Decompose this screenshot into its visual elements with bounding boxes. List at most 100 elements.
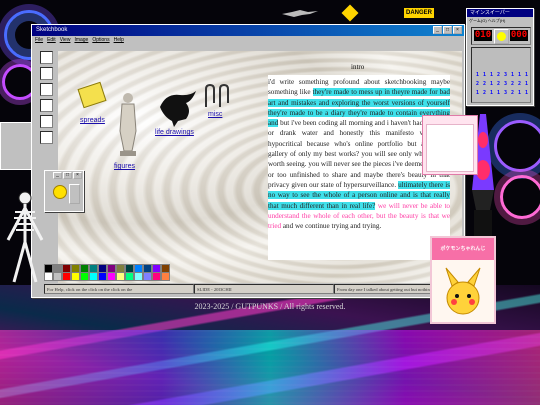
mine-cell-number[interactable]: 2 (483, 81, 486, 87)
mine-cell-number[interactable]: 2 (511, 90, 514, 96)
mine-cell-number[interactable]: 3 (504, 90, 507, 96)
skeleton-icon (6, 191, 44, 283)
left-panel-row[interactable] (1, 123, 31, 133)
statue-icon[interactable] (116, 91, 140, 157)
palette-swatch[interactable] (80, 272, 89, 281)
crow-icon[interactable] (156, 87, 200, 127)
warning-label: DANGER (404, 8, 434, 18)
tool-button[interactable] (40, 99, 53, 112)
mine-cell-number[interactable]: 3 (504, 81, 507, 87)
window-title-bar[interactable]: Sketchbook _ □ × (32, 25, 464, 36)
palette-swatch[interactable] (134, 272, 143, 281)
warning-icon (341, 4, 359, 22)
tool-button[interactable] (40, 51, 53, 64)
menu-help[interactable]: Help (114, 36, 124, 45)
mine-cell-number[interactable]: 1 (497, 90, 500, 96)
mine-cell-number[interactable]: 1 (483, 72, 486, 78)
menu-image[interactable]: Image (74, 36, 88, 45)
mine-cell-number[interactable]: 2 (497, 81, 500, 87)
rose-decoration (494, 120, 540, 172)
status-slide-text: SLIDE - 20I3CHII (194, 284, 334, 294)
spreads-link[interactable]: spreads (80, 117, 105, 124)
palette-swatch[interactable] (89, 272, 98, 281)
pink-window-content (426, 124, 474, 172)
palette-swatch[interactable] (161, 272, 170, 281)
mine-cell-number[interactable]: 1 (525, 72, 528, 78)
mine-cell-number[interactable]: 3 (504, 72, 507, 78)
minesweeper-window[interactable]: マインスイーパー ゲーム(G) ヘルプ(H) 010 000 111231112… (466, 8, 534, 106)
tool-button[interactable] (40, 131, 53, 144)
menu-file[interactable]: File (35, 36, 43, 45)
mine-cell-number[interactable]: 1 (518, 90, 521, 96)
intro-link[interactable]: intro (351, 63, 364, 71)
footer-copyright: 2023-2025 / GUTPUNKS / All rights reserv… (194, 302, 346, 311)
card-title: ポケモンちゃれんじ (432, 238, 494, 260)
minimize-button[interactable]: _ (433, 26, 442, 34)
dialog-title-bar: _ □ × (45, 171, 83, 182)
left-panel-row[interactable] (1, 143, 31, 153)
mine-cell-number[interactable]: 2 (476, 81, 479, 87)
menu-edit[interactable]: Edit (47, 36, 56, 45)
dialog-maximize-button[interactable]: □ (63, 172, 72, 179)
palette-swatch[interactable] (62, 272, 71, 281)
mine-counter: 010 (474, 30, 492, 41)
figures-link[interactable]: figures (114, 163, 135, 170)
dialog-minimize-button[interactable]: _ (53, 172, 62, 179)
close-button[interactable]: × (453, 26, 462, 34)
status-bar-cells: For Help, click on the click on the clic… (44, 284, 464, 294)
mine-cell-number[interactable]: 1 (511, 72, 514, 78)
lizard-icon (282, 10, 318, 17)
left-panel-row[interactable] (1, 133, 31, 143)
palette-swatch[interactable] (71, 272, 80, 281)
palette-swatch[interactable] (107, 272, 116, 281)
mine-cell-number[interactable]: 2 (518, 81, 521, 87)
menu-options[interactable]: Options (92, 36, 109, 45)
minesweeper-grid[interactable]: 111231112212322112113211 (471, 47, 531, 103)
misc-link[interactable]: misc (208, 111, 222, 118)
palette-swatch[interactable] (152, 272, 161, 281)
mine-cell-number[interactable]: 1 (518, 72, 521, 78)
mine-cell-number[interactable]: 2 (483, 90, 486, 96)
mine-cell-number[interactable]: 1 (525, 81, 528, 87)
minesweeper-menu[interactable]: ゲーム(G) ヘルプ(H) (467, 17, 533, 24)
mine-timer: 000 (510, 30, 528, 41)
top-decoration-strip: DANGER (220, 4, 434, 22)
rose-decoration (500, 175, 540, 219)
mine-cell-number[interactable]: 2 (497, 72, 500, 78)
paperclip-icon[interactable] (200, 83, 234, 109)
post-text-ending: and we continue trying and trying. (281, 222, 382, 231)
spinner-control[interactable] (69, 184, 80, 204)
tool-button[interactable] (40, 115, 53, 128)
menu-bar: File Edit View Image Options Help (32, 36, 464, 45)
mine-cell-number[interactable]: 2 (511, 81, 514, 87)
left-mini-panel (0, 122, 32, 170)
dialog-close-button[interactable]: × (73, 172, 82, 179)
palette-swatch[interactable] (143, 272, 152, 281)
smiley-face-icon (53, 185, 67, 199)
palette-swatch[interactable] (98, 272, 107, 281)
small-dialog[interactable]: _ □ × (44, 170, 84, 212)
life-drawings-link[interactable]: life drawings (155, 129, 194, 136)
pink-image-window[interactable] (422, 115, 478, 175)
minesweeper-header: 010 000 (471, 27, 531, 45)
tool-button[interactable] (40, 83, 53, 96)
window-title: Sketchbook (36, 27, 68, 33)
palette-swatch[interactable] (116, 272, 125, 281)
mine-cell-number[interactable]: 1 (476, 90, 479, 96)
status-help-text: For Help, click on the click on the clic… (44, 284, 194, 294)
mine-cell-number[interactable]: 1 (490, 90, 493, 96)
tool-button[interactable] (40, 67, 53, 80)
mine-cell-number[interactable]: 1 (525, 90, 528, 96)
mine-cell-number[interactable]: 1 (490, 72, 493, 78)
background-scanlines (0, 330, 540, 405)
menu-view[interactable]: View (60, 36, 71, 45)
smiley-button[interactable] (494, 29, 509, 44)
mine-cell-number[interactable]: 1 (490, 81, 493, 87)
palette-swatch[interactable] (53, 272, 62, 281)
color-palette (44, 264, 170, 281)
palette-swatch[interactable] (125, 272, 134, 281)
sticky-note-icon[interactable] (77, 81, 107, 109)
minesweeper-title: マインスイーパー (467, 9, 533, 17)
maximize-button[interactable]: □ (443, 26, 452, 34)
mine-cell-number[interactable]: 1 (476, 72, 479, 78)
